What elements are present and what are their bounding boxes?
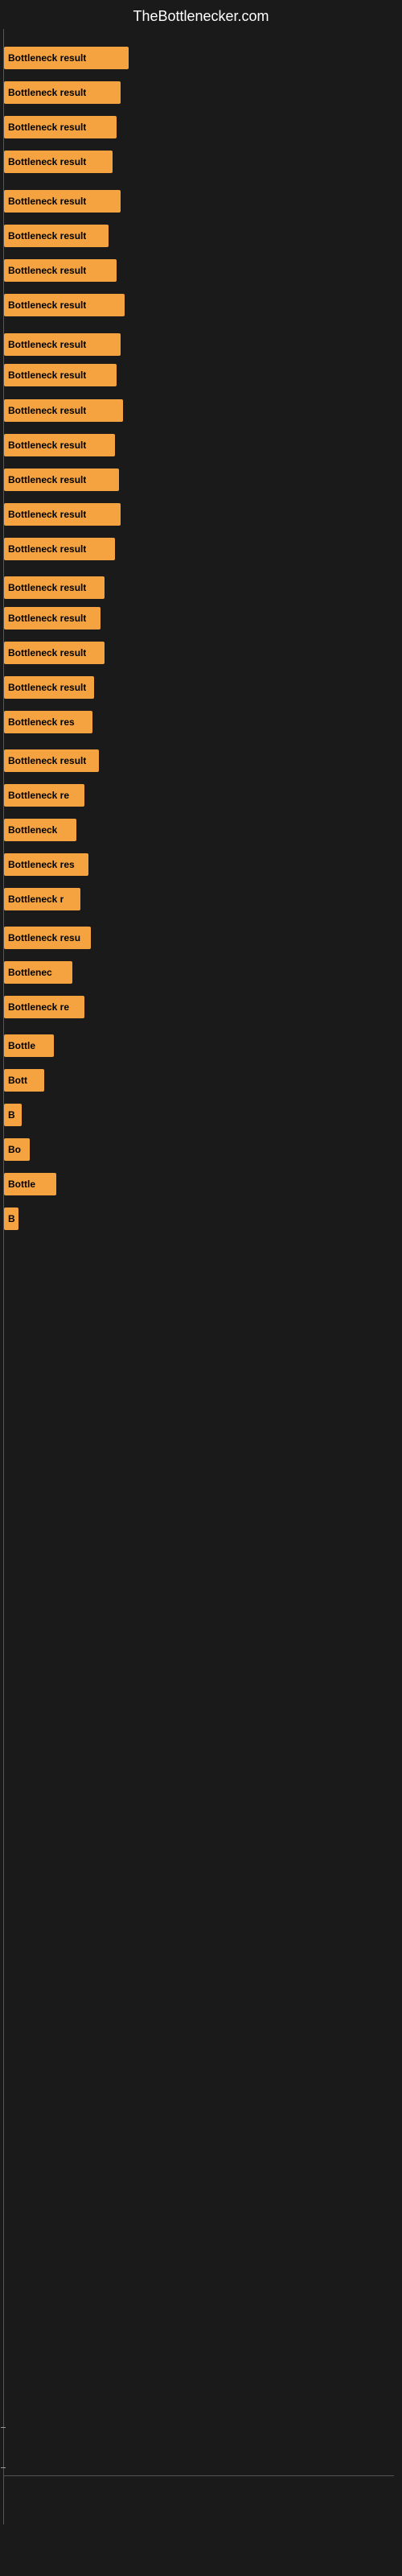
bottleneck-label: Bottleneck result xyxy=(8,196,86,207)
bottleneck-label: Bottleneck xyxy=(8,824,57,836)
bottleneck-bar: Bottleneck res xyxy=(4,711,92,733)
bottleneck-bar: Bottleneck re xyxy=(4,996,84,1018)
bottleneck-bar: Bottleneck result xyxy=(4,576,105,599)
bottleneck-bar: Bottleneck res xyxy=(4,853,88,876)
bottleneck-label: Bottleneck re xyxy=(8,790,69,801)
bottleneck-bar: Bottleneck result xyxy=(4,607,100,630)
bottleneck-label: Bottleneck res xyxy=(8,716,75,728)
bottleneck-bar: Bottleneck result xyxy=(4,333,121,356)
bottleneck-label: Bottleneck result xyxy=(8,543,86,555)
bottleneck-bar: Bottleneck result xyxy=(4,47,129,69)
bottleneck-bar: Bottleneck result xyxy=(4,503,121,526)
bottleneck-bar: Bottleneck result xyxy=(4,294,125,316)
bottleneck-bar: Bottleneck result xyxy=(4,81,121,104)
bottleneck-label: Bottleneck result xyxy=(8,339,86,350)
bottleneck-label: Bottle xyxy=(8,1179,35,1190)
bottleneck-bar: Bottleneck result xyxy=(4,434,115,456)
bottleneck-label: Bottleneck re xyxy=(8,1001,69,1013)
bottleneck-bar: Bottleneck result xyxy=(4,364,117,386)
bottleneck-bar: Bottleneck xyxy=(4,819,76,841)
bottleneck-bar: Bottleneck result xyxy=(4,151,113,173)
bottleneck-label: B xyxy=(8,1213,15,1224)
bottleneck-bar: Bottle xyxy=(4,1173,56,1195)
bottleneck-bar: Bott xyxy=(4,1069,44,1092)
y-tick xyxy=(1,2427,6,2428)
x-axis xyxy=(3,2475,394,2476)
bottleneck-label: Bottleneck result xyxy=(8,582,86,593)
bottleneck-label: B xyxy=(8,1109,15,1121)
bottleneck-label: Bottleneck result xyxy=(8,613,86,624)
bottleneck-bar: Bottleneck result xyxy=(4,642,105,664)
chart-area: Bottleneck result Bottleneck result Bottle… xyxy=(0,29,402,2524)
bottleneck-bar: Bottlenec xyxy=(4,961,72,984)
bottleneck-bar: Bottleneck result xyxy=(4,116,117,138)
bottleneck-label: Bottleneck result xyxy=(8,122,86,133)
bottleneck-label: Bottleneck r xyxy=(8,894,64,905)
bottleneck-label: Bottleneck result xyxy=(8,87,86,98)
bottleneck-label: Bottleneck result xyxy=(8,52,86,64)
bottleneck-bar: Bottleneck resu xyxy=(4,927,91,949)
bottleneck-label: Bottlenec xyxy=(8,967,52,978)
bottleneck-label: Bottle xyxy=(8,1040,35,1051)
bottleneck-bar: Bottleneck result xyxy=(4,399,123,422)
bottleneck-label: Bottleneck result xyxy=(8,299,86,311)
bottleneck-bar: Bottleneck r xyxy=(4,888,80,910)
bottleneck-bar: Bottleneck re xyxy=(4,784,84,807)
bottleneck-bar: B xyxy=(4,1208,18,1230)
bottleneck-label: Bott xyxy=(8,1075,27,1086)
bottleneck-bar: Bottleneck result xyxy=(4,259,117,282)
bottleneck-bar: Bottleneck result xyxy=(4,676,94,699)
bottleneck-bar: Bottle xyxy=(4,1034,54,1057)
bottleneck-label: Bottleneck result xyxy=(8,755,86,766)
bottleneck-label: Bottleneck result xyxy=(8,369,86,381)
bottleneck-bar: Bo xyxy=(4,1138,30,1161)
bottleneck-bar: Bottleneck result xyxy=(4,749,99,772)
bottleneck-bar: Bottleneck result xyxy=(4,538,115,560)
bottleneck-bar: Bottleneck result xyxy=(4,469,119,491)
bottleneck-label: Bottleneck result xyxy=(8,647,86,658)
bottleneck-label: Bottleneck result xyxy=(8,440,86,451)
bottleneck-label: Bottleneck result xyxy=(8,405,86,416)
bottleneck-bar: Bottleneck result xyxy=(4,190,121,213)
bottleneck-label: Bottleneck resu xyxy=(8,932,80,943)
bottleneck-label: Bottleneck result xyxy=(8,265,86,276)
bottleneck-label: Bo xyxy=(8,1144,21,1155)
bottleneck-label: Bottleneck res xyxy=(8,859,75,870)
bottleneck-label: Bottleneck result xyxy=(8,509,86,520)
bottleneck-label: Bottleneck result xyxy=(8,474,86,485)
site-title: TheBottlenecker.com xyxy=(0,0,402,29)
bottleneck-label: Bottleneck result xyxy=(8,230,86,242)
bottleneck-label: Bottleneck result xyxy=(8,682,86,693)
bottleneck-bar: Bottleneck result xyxy=(4,225,109,247)
y-tick xyxy=(1,2467,6,2468)
bottleneck-bar: B xyxy=(4,1104,22,1126)
bottleneck-label: Bottleneck result xyxy=(8,156,86,167)
